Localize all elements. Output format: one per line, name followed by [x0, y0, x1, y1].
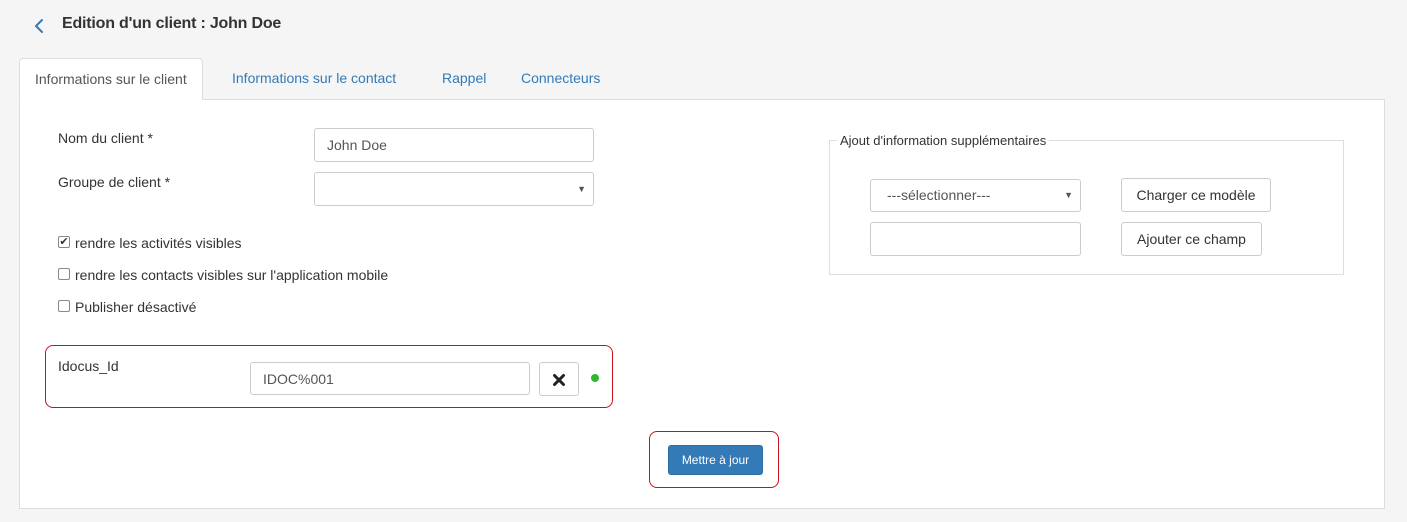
- client-group-select[interactable]: ▼: [314, 172, 594, 206]
- tab-reminder[interactable]: Rappel: [442, 58, 486, 100]
- activities-visible-checkbox[interactable]: ✔: [58, 236, 70, 248]
- caret-down-icon: ▼: [1064, 190, 1073, 200]
- back-button[interactable]: [30, 14, 48, 38]
- template-select-value: ---sélectionner---: [887, 187, 991, 203]
- clear-idocus-button[interactable]: [539, 362, 579, 396]
- add-field-button[interactable]: Ajouter ce champ: [1121, 222, 1262, 256]
- extra-info-legend: Ajout d'information supplémentaires: [837, 133, 1050, 148]
- tab-connectors[interactable]: Connecteurs: [521, 58, 600, 100]
- idocus-input[interactable]: [250, 362, 530, 395]
- publisher-disabled-checkbox[interactable]: [58, 300, 70, 312]
- template-select[interactable]: ---sélectionner--- ▼: [870, 179, 1081, 212]
- client-group-label: Groupe de client *: [58, 174, 171, 190]
- client-name-input[interactable]: [314, 128, 594, 162]
- tab-contact-info[interactable]: Informations sur le contact: [232, 58, 396, 100]
- contacts-visible-label: rendre les contacts visibles sur l'appli…: [75, 267, 389, 283]
- idocus-label: Idocus_Id: [58, 358, 119, 374]
- update-button[interactable]: Mettre à jour: [668, 445, 763, 475]
- publisher-disabled-label: Publisher désactivé: [75, 299, 197, 315]
- status-indicator: [591, 374, 599, 382]
- tab-client-info[interactable]: Informations sur le client: [19, 58, 203, 100]
- load-template-button[interactable]: Charger ce modèle: [1121, 178, 1271, 212]
- chevron-left-icon: [35, 19, 43, 33]
- times-icon: [553, 374, 565, 386]
- activities-visible-label: rendre les activités visibles: [75, 235, 242, 251]
- client-name-label: Nom du client *: [58, 130, 153, 146]
- extra-field-input[interactable]: [870, 222, 1081, 256]
- caret-down-icon: ▼: [577, 184, 586, 194]
- page-title: Edition d'un client : John Doe: [62, 15, 282, 32]
- contacts-visible-checkbox[interactable]: [58, 268, 70, 280]
